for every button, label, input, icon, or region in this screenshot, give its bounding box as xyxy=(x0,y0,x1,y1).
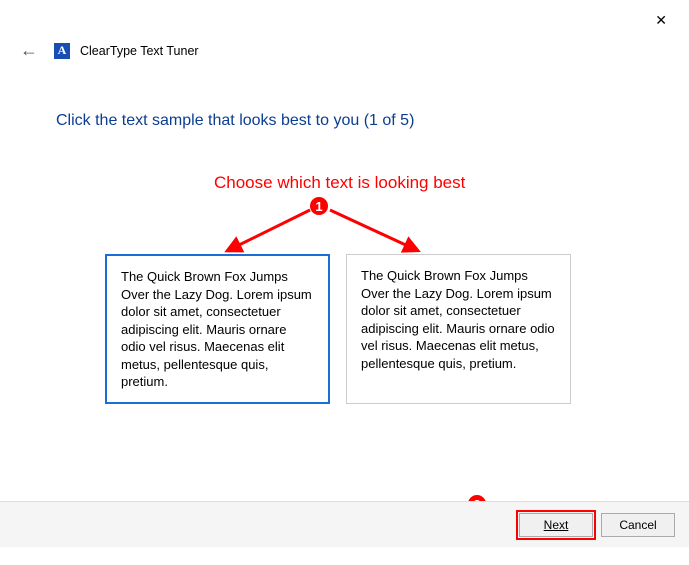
next-button-label: Next xyxy=(544,518,569,532)
next-button[interactable]: Next xyxy=(519,513,593,537)
back-arrow-icon[interactable]: ← xyxy=(14,38,44,63)
app-icon: A xyxy=(54,43,70,59)
footer-bar: Next Cancel xyxy=(0,501,689,547)
cancel-button[interactable]: Cancel xyxy=(601,513,675,537)
window-title: ClearType Text Tuner xyxy=(80,44,199,58)
text-sample-1[interactable]: The Quick Brown Fox Jumps Over the Lazy … xyxy=(105,254,330,404)
text-sample-2[interactable]: The Quick Brown Fox Jumps Over the Lazy … xyxy=(346,254,571,404)
annotation-marker-1: 1 xyxy=(308,195,330,217)
annotation-instruction: Choose which text is looking best xyxy=(214,173,465,193)
close-icon[interactable]: ✕ xyxy=(651,8,671,33)
sample-row: The Quick Brown Fox Jumps Over the Lazy … xyxy=(105,254,571,404)
page-heading: Click the text sample that looks best to… xyxy=(56,112,414,130)
annotation-arrows-icon xyxy=(200,192,460,262)
title-bar: ← A ClearType Text Tuner xyxy=(14,38,199,63)
